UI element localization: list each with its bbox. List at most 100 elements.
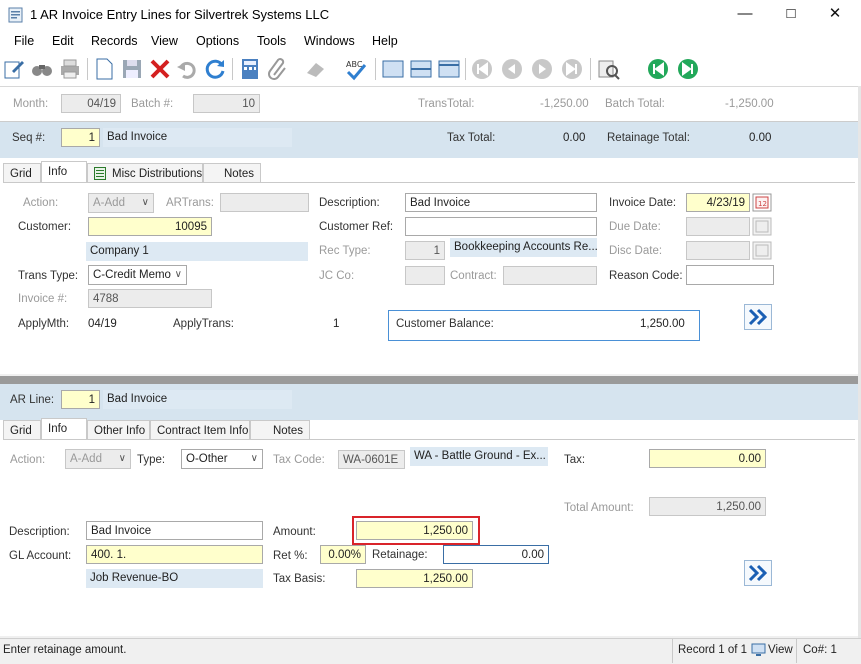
arline-description: Bad Invoice	[103, 390, 292, 409]
retainage-field[interactable]: 0.00	[443, 545, 549, 564]
trans-type-label: Trans Type:	[18, 270, 79, 282]
layout-single-icon[interactable]	[381, 57, 405, 81]
spreadsheet-icon	[94, 167, 106, 180]
double-chevron-right-icon	[748, 564, 768, 582]
batch-label: Batch #:	[131, 98, 174, 110]
line-description-label: Description:	[9, 526, 70, 538]
tab-contract-item-info[interactable]: Contract Item Info	[150, 420, 250, 440]
description-label: Description:	[319, 197, 380, 209]
calendar-icon	[752, 241, 772, 260]
rec-type-description: Bookkeeping Accounts Re...	[450, 238, 597, 257]
svg-text:12: 12	[758, 200, 767, 208]
menu-file[interactable]: File	[14, 34, 34, 48]
panel-splitter[interactable]	[0, 376, 858, 384]
type-dropdown[interactable]: O-Other ∨	[181, 449, 263, 469]
action-dropdown: A-Add ∨	[88, 193, 154, 213]
calendar-icon	[752, 217, 772, 236]
batch-total-value: -1,250.00	[725, 98, 774, 110]
status-divider	[796, 639, 797, 663]
save-icon[interactable]	[120, 57, 144, 81]
new-record-icon[interactable]	[92, 57, 116, 81]
tab-misc-distributions[interactable]: Misc Distributions	[87, 163, 203, 183]
tab-divider	[3, 182, 855, 183]
tax-code-label: Tax Code:	[273, 454, 325, 466]
expand-button[interactable]	[744, 304, 772, 330]
trans-type-value: C-Credit Memo	[93, 269, 171, 281]
action-value: A-Add	[93, 197, 125, 209]
toolbar-separator	[232, 58, 233, 80]
title-bar: 1 AR Invoice Entry Lines for Silvertrek …	[0, 0, 861, 30]
binoculars-icon[interactable]	[30, 57, 54, 81]
artrans-field	[220, 193, 309, 212]
toolbar-separator	[87, 58, 88, 80]
tab-notes-line[interactable]: Notes	[250, 420, 310, 440]
menu-help[interactable]: Help	[372, 34, 398, 48]
line-expand-button[interactable]	[744, 560, 772, 586]
toolbar-separator	[465, 58, 466, 80]
go-last-icon[interactable]	[676, 57, 700, 81]
tab-info-line[interactable]: Info	[41, 418, 87, 440]
menu-windows[interactable]: Windows	[304, 34, 355, 48]
tax-label: Tax:	[564, 454, 586, 466]
tax-basis-field[interactable]: 1,250.00	[356, 569, 473, 588]
delete-icon[interactable]	[148, 57, 172, 81]
close-button[interactable]: ✕	[812, 0, 858, 30]
record-indicator: Record 1 of 1	[678, 644, 748, 656]
menu-records[interactable]: Records	[91, 34, 138, 48]
eraser-icon[interactable]	[304, 57, 328, 81]
menu-options[interactable]: Options	[196, 34, 239, 48]
ret-pct-field[interactable]: 0.00%	[320, 545, 366, 564]
maximize-button[interactable]: □	[768, 0, 814, 30]
calculator-icon[interactable]	[238, 57, 262, 81]
tab-grid-line[interactable]: Grid	[3, 420, 41, 440]
customer-ref-field[interactable]	[405, 217, 597, 236]
printer-icon[interactable]	[58, 57, 82, 81]
refresh-icon[interactable]	[203, 57, 227, 81]
chevron-down-icon: ∨	[174, 269, 182, 280]
total-amount-label: Total Amount:	[564, 502, 634, 514]
tab-misc-distributions-label: Misc Distributions	[112, 168, 203, 180]
layout-split-icon[interactable]	[409, 57, 433, 81]
minimize-button[interactable]: —	[722, 0, 768, 30]
line-action-label: Action:	[10, 454, 46, 466]
next-record-icon[interactable]	[530, 57, 554, 81]
view-indicator[interactable]: View	[768, 644, 793, 656]
previous-record-icon[interactable]	[500, 57, 524, 81]
tab-notes[interactable]: Notes	[203, 163, 261, 183]
arline-field[interactable]: 1	[61, 390, 100, 409]
lookup-icon[interactable]	[597, 57, 621, 81]
customer-field[interactable]: 10095	[88, 217, 212, 236]
reason-code-field[interactable]	[686, 265, 774, 285]
window-title: 1 AR Invoice Entry Lines for Silvertrek …	[30, 7, 330, 22]
invoice-date-field[interactable]: 4/23/19	[686, 193, 750, 212]
toolbar-separator	[375, 58, 376, 80]
gl-account-field[interactable]: 400. 1.	[86, 545, 263, 564]
menu-edit[interactable]: Edit	[52, 34, 74, 48]
spellcheck-icon[interactable]: ABC	[344, 57, 368, 81]
invoice-date-label: Invoice Date:	[609, 197, 677, 209]
tab-grid[interactable]: Grid	[3, 163, 41, 183]
go-first-icon[interactable]	[646, 57, 670, 81]
last-record-icon[interactable]	[560, 57, 584, 81]
first-record-icon[interactable]	[470, 57, 494, 81]
tab-info[interactable]: Info	[41, 161, 87, 183]
edit-form-icon[interactable]	[2, 57, 26, 81]
reason-code-label: Reason Code:	[609, 270, 683, 282]
line-description-field[interactable]: Bad Invoice	[86, 521, 263, 540]
trans-type-dropdown[interactable]: C-Credit Memo ∨	[88, 265, 187, 285]
toolbar-separator	[590, 58, 591, 80]
menu-view[interactable]: View	[151, 34, 178, 48]
attachment-icon[interactable]	[266, 57, 290, 81]
contract-field	[503, 266, 597, 285]
seq-field[interactable]: 1	[61, 128, 100, 147]
seq-description: Bad Invoice	[103, 128, 292, 147]
layout-grid-icon[interactable]	[437, 57, 461, 81]
calendar-icon[interactable]: 12	[752, 193, 772, 212]
amount-field[interactable]: 1,250.00	[356, 521, 473, 540]
menu-tools[interactable]: Tools	[257, 34, 286, 48]
due-date-field	[686, 217, 750, 236]
tab-other-info[interactable]: Other Info	[87, 420, 150, 440]
undo-icon[interactable]	[175, 57, 199, 81]
description-field[interactable]: Bad Invoice	[405, 193, 597, 212]
tax-field[interactable]: 0.00	[649, 449, 766, 468]
